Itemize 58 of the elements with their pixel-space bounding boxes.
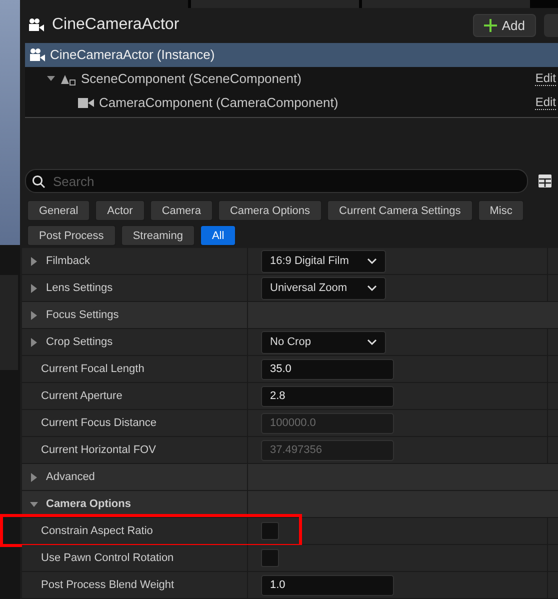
property-label: Post Process Blend Weight [41,579,174,592]
category-button[interactable]: Post Process [27,225,116,246]
chevron-down-icon [367,285,377,292]
property-label: Current Focal Length [41,363,144,376]
chevron-down-icon [367,258,377,264]
category-button[interactable]: Actor [95,200,145,222]
property-label[interactable]: Focus Settings [46,309,119,322]
chevron-down-icon [367,339,377,346]
actor-title: CineCameraActor [52,16,180,34]
component-label: CineCameraActor (Instance) [50,47,216,62]
collapse-arrow-icon[interactable] [30,500,38,509]
dropdown[interactable]: Universal Zoom [261,276,386,300]
property-label: Constrain Aspect Ratio [41,525,153,538]
checkbox[interactable] [261,549,279,568]
category-button[interactable]: Current Camera Settings [327,200,473,222]
camera-actor-icon [28,18,44,32]
search-input[interactable]: Search [51,172,527,190]
component-row[interactable]: SceneComponent (SceneComponent) Edit [25,66,558,91]
edit-link[interactable]: Edit [535,95,556,110]
camera-actor-icon [29,48,45,62]
search-field[interactable]: Search [25,169,528,194]
section-header[interactable]: Camera Options [46,498,131,510]
component-label: CameraComponent (CameraComponent) [99,95,340,110]
number-field[interactable]: 35.0 [261,358,394,380]
property-label: Current Aperture [41,390,122,402]
category-button[interactable]: Streaming [120,225,195,246]
dropdown[interactable]: No Crop [261,330,386,354]
expand-arrow-icon[interactable] [30,338,38,347]
property-label: Use Pawn Control Rotation [41,552,174,564]
camera-icon [78,96,94,109]
category-button[interactable]: Camera Options [218,200,322,222]
property-label[interactable]: Crop Settings [46,336,113,348]
collapse-arrow-icon[interactable] [47,74,55,84]
expand-arrow-icon[interactable] [30,284,38,293]
table-view-icon[interactable] [538,174,552,188]
component-row[interactable]: CineCameraActor (Instance) [25,42,558,67]
property-label[interactable]: Lens Settings [46,282,113,294]
expand-arrow-icon[interactable] [30,472,38,482]
category-button[interactable]: Camera [150,200,213,222]
number-field[interactable]: 1.0 [261,574,394,596]
property-label: Current Focus Distance [41,417,157,430]
number-field[interactable]: 2.8 [261,386,394,407]
property-label[interactable]: Advanced [46,471,95,484]
edit-link[interactable]: Edit [535,71,556,86]
category-button[interactable]: Misc [478,200,524,222]
property-label[interactable]: Filmback [46,255,90,268]
property-label: Current Horizontal FOV [41,444,156,456]
expand-arrow-icon[interactable] [30,310,38,320]
component-row[interactable]: CameraComponent (CameraComponent) Edit [25,90,558,115]
search-icon [32,174,45,188]
plus-icon [484,18,497,32]
component-label: SceneComponent (SceneComponent) [81,71,302,86]
add-button[interactable]: Add [472,14,536,37]
expand-arrow-icon[interactable] [30,256,38,266]
category-button[interactable]: General [27,200,90,222]
dropdown[interactable]: 16:9 Digital Film [261,250,386,273]
category-button[interactable]: All [200,225,236,246]
checkbox[interactable] [261,522,279,540]
